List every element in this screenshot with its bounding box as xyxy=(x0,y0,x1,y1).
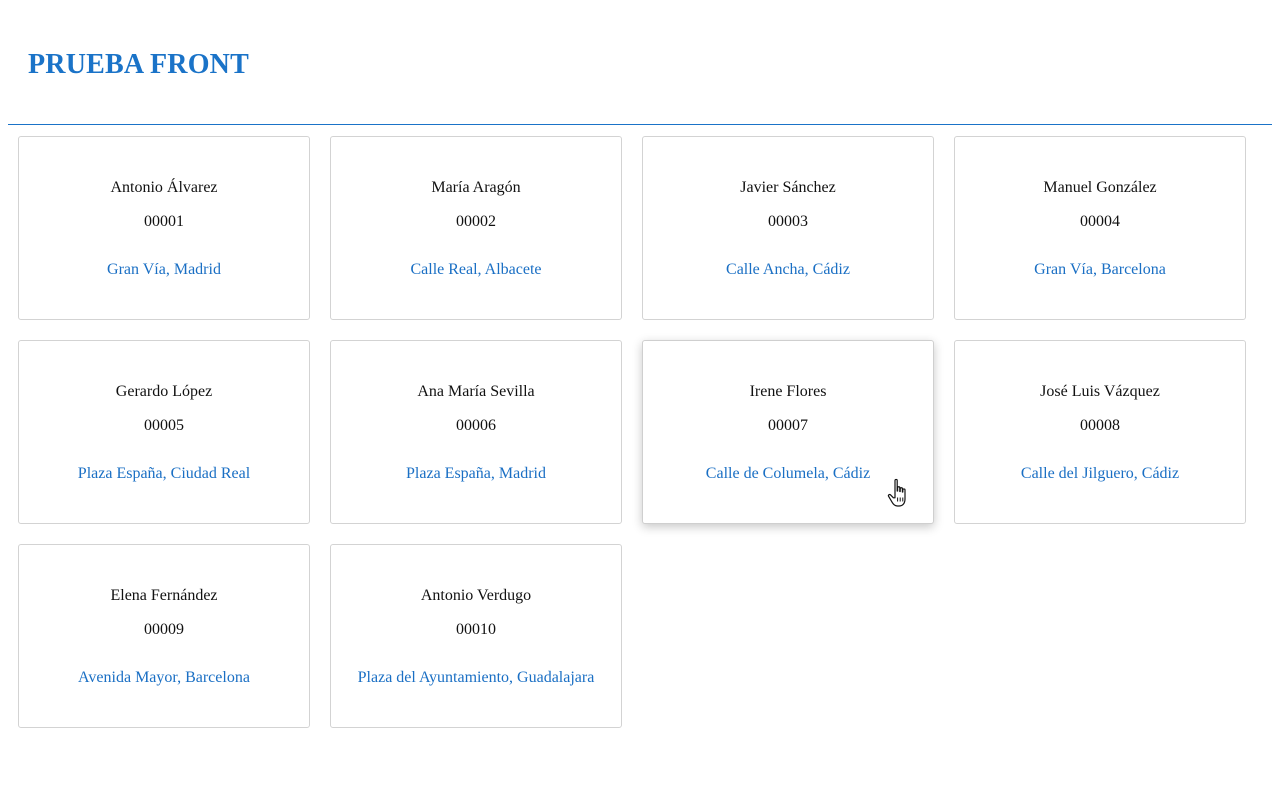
card-name: Ana María Sevilla xyxy=(417,383,535,400)
card-grid: Antonio Álvarez 00001 Gran Vía, Madrid M… xyxy=(18,136,1258,728)
card-address-link[interactable]: Calle del Jilguero, Cádiz xyxy=(955,464,1245,484)
page-title: PRUEBA FRONT xyxy=(28,49,249,80)
page: PRUEBA FRONT Antonio Álvarez 00001 Gran … xyxy=(0,0,1280,800)
card-name: Antonio Verdugo xyxy=(420,587,532,604)
card-address-link[interactable]: Calle de Columela, Cádiz xyxy=(643,464,933,484)
card-id: 00004 xyxy=(1080,213,1120,230)
card-address-link[interactable]: Calle Ancha, Cádiz xyxy=(643,260,933,280)
card-name: Irene Flores xyxy=(749,383,827,400)
card-address-link[interactable]: Plaza del Ayuntamiento, Guadalajara xyxy=(331,668,621,688)
card-address-link[interactable]: Gran Vía, Madrid xyxy=(19,260,309,280)
person-card[interactable]: María Aragón 00002 Calle Real, Albacete xyxy=(330,136,622,320)
card-name: Antonio Álvarez xyxy=(110,179,218,196)
card-id: 00010 xyxy=(456,621,496,638)
card-id: 00007 xyxy=(768,417,808,434)
card-id: 00002 xyxy=(456,213,496,230)
card-id: 00003 xyxy=(768,213,808,230)
person-card[interactable]: Ana María Sevilla 00006 Plaza España, Ma… xyxy=(330,340,622,524)
card-name: María Aragón xyxy=(431,179,521,196)
card-address-link[interactable]: Plaza España, Madrid xyxy=(331,464,621,484)
person-card[interactable]: José Luis Vázquez 00008 Calle del Jilgue… xyxy=(954,340,1246,524)
card-name: José Luis Vázquez xyxy=(1040,383,1160,400)
card-id: 00006 xyxy=(456,417,496,434)
card-id: 00001 xyxy=(144,213,184,230)
header-divider xyxy=(8,124,1272,125)
card-name: Manuel González xyxy=(1043,179,1157,196)
person-card-hovered[interactable]: Irene Flores 00007 Calle de Columela, Cá… xyxy=(642,340,934,524)
person-card[interactable]: Javier Sánchez 00003 Calle Ancha, Cádiz xyxy=(642,136,934,320)
person-card[interactable]: Gerardo López 00005 Plaza España, Ciudad… xyxy=(18,340,310,524)
card-name: Gerardo López xyxy=(115,383,213,400)
card-name: Javier Sánchez xyxy=(740,179,836,196)
card-address-link[interactable]: Avenida Mayor, Barcelona xyxy=(19,668,309,688)
person-card[interactable]: Antonio Álvarez 00001 Gran Vía, Madrid xyxy=(18,136,310,320)
person-card[interactable]: Elena Fernández 00009 Avenida Mayor, Bar… xyxy=(18,544,310,728)
card-id: 00005 xyxy=(144,417,184,434)
card-address-link[interactable]: Calle Real, Albacete xyxy=(331,260,621,280)
card-address-link[interactable]: Gran Vía, Barcelona xyxy=(955,260,1245,280)
card-address-link[interactable]: Plaza España, Ciudad Real xyxy=(19,464,309,484)
person-card[interactable]: Antonio Verdugo 00010 Plaza del Ayuntami… xyxy=(330,544,622,728)
header: PRUEBA FRONT xyxy=(0,0,1280,125)
card-name: Elena Fernández xyxy=(110,587,218,604)
card-id: 00009 xyxy=(144,621,184,638)
person-card[interactable]: Manuel González 00004 Gran Vía, Barcelon… xyxy=(954,136,1246,320)
card-id: 00008 xyxy=(1080,417,1120,434)
